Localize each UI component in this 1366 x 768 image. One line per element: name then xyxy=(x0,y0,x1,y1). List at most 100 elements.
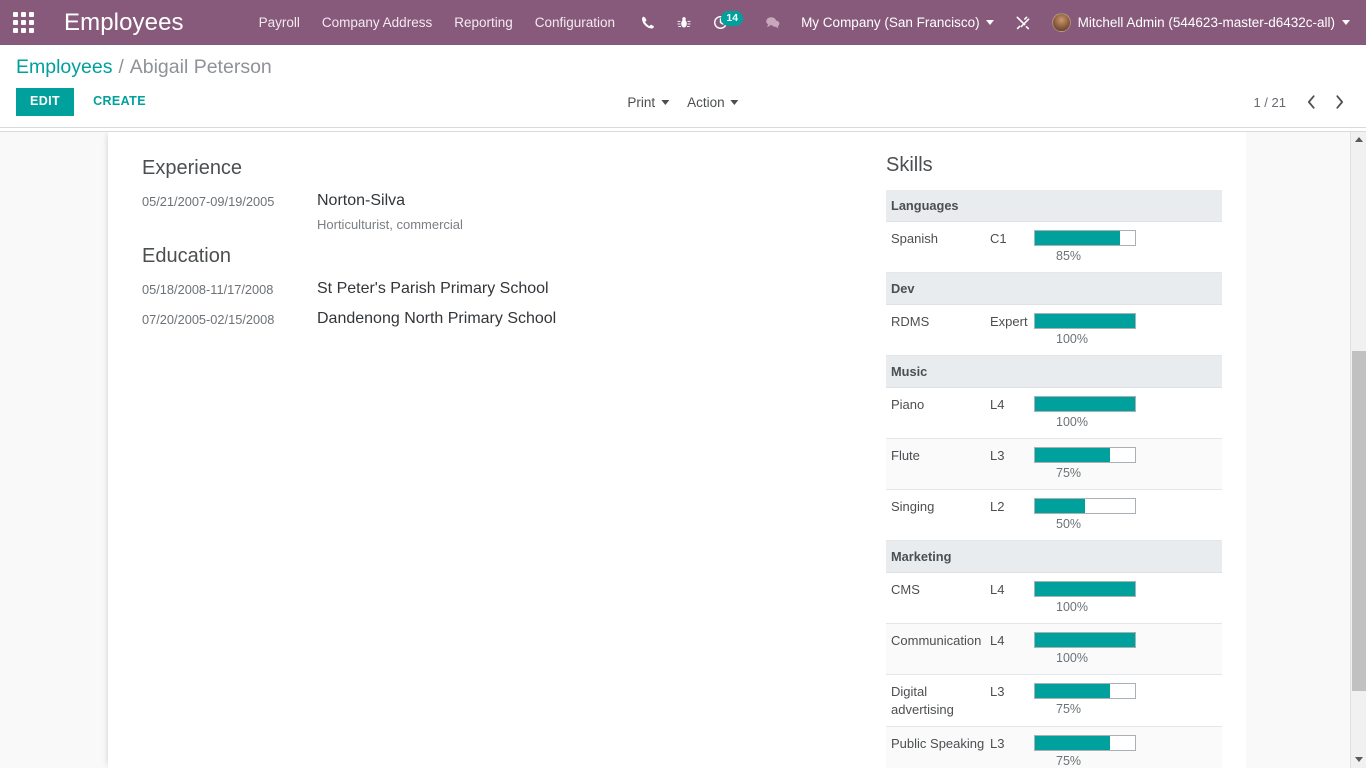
breadcrumb: Employees / Abigail Peterson xyxy=(16,45,1350,79)
skill-name: Singing xyxy=(886,489,990,541)
skill-progress-label: 50% xyxy=(1056,517,1082,531)
skill-progress-fill xyxy=(1035,314,1135,328)
pager-previous-button[interactable] xyxy=(1300,90,1322,114)
print-label: Print xyxy=(627,94,656,110)
grid-apps-icon xyxy=(12,12,34,33)
skill-progress-label: 75% xyxy=(1056,466,1082,480)
skill-progress-fill xyxy=(1035,231,1120,245)
skill-name: Flute xyxy=(886,438,990,490)
resume-entry-education-1[interactable]: 07/20/2005-02/15/2008 Dandenong North Pr… xyxy=(142,308,852,330)
form-sheet: Experience 05/21/2007-09/19/2005 Norton-… xyxy=(108,131,1246,768)
skill-group-row: Music xyxy=(886,355,1222,388)
breadcrumb-root[interactable]: Employees xyxy=(16,56,112,79)
skill-group-label: Marketing xyxy=(886,540,1222,573)
bug-icon[interactable] xyxy=(666,0,702,45)
create-button[interactable]: CREATE xyxy=(81,88,158,116)
form-content-area: Experience 05/21/2007-09/19/2005 Norton-… xyxy=(0,131,1366,768)
skill-progress-cell: 75% xyxy=(1032,726,1222,768)
pager: 1 / 21 xyxy=(1253,90,1350,114)
skill-level: L4 xyxy=(990,572,1032,624)
skill-progress-label: 75% xyxy=(1056,754,1082,768)
resume-entry-name: St Peter's Parish Primary School xyxy=(317,280,549,297)
skill-group-row: Marketing xyxy=(886,540,1222,573)
skill-progress-bar xyxy=(1034,313,1136,329)
resume-column: Experience 05/21/2007-09/19/2005 Norton-… xyxy=(132,147,852,768)
skill-row[interactable]: Digital advertising L3 75% xyxy=(886,674,1222,727)
skill-progress-bar xyxy=(1034,581,1136,597)
skill-progress-fill xyxy=(1035,448,1110,462)
skill-name: CMS xyxy=(886,572,990,624)
chevron-down-icon xyxy=(985,20,994,25)
skill-group-row: Dev xyxy=(886,272,1222,305)
skill-progress-bar xyxy=(1034,230,1136,246)
skill-group-label: Languages xyxy=(886,190,1222,222)
print-dropdown[interactable]: Print xyxy=(627,94,670,110)
breadcrumb-current: Abigail Peterson xyxy=(129,56,272,78)
action-dropdown[interactable]: Action xyxy=(687,95,739,110)
activity-clock-icon[interactable]: 14 xyxy=(702,0,754,45)
skill-row[interactable]: Public Speaking L3 75% xyxy=(886,726,1222,768)
content-top-divider xyxy=(0,131,1366,132)
scroll-down-arrow-icon[interactable] xyxy=(1351,751,1366,768)
skill-name: Piano xyxy=(886,387,990,439)
company-switcher[interactable]: My Company (San Francisco) xyxy=(791,0,1004,45)
main-menu: Payroll Company Address Reporting Config… xyxy=(248,3,626,42)
skills-table: Languages Spanish C1 85% Dev RDMS Expert 100% Mu… xyxy=(886,190,1222,768)
chat-bubble-icon[interactable] xyxy=(754,0,791,45)
skill-progress-cell: 75% xyxy=(1032,674,1222,727)
user-menu[interactable]: Mitchell Admin (544623-master-d6432c-all… xyxy=(1042,0,1358,45)
company-name: My Company (San Francisco) xyxy=(801,15,980,30)
scrollbar-thumb[interactable] xyxy=(1352,351,1366,691)
skill-row[interactable]: Spanish C1 85% xyxy=(886,221,1222,273)
skill-row[interactable]: Piano L4 100% xyxy=(886,387,1222,439)
skill-progress-cell: 100% xyxy=(1032,387,1222,439)
skill-level: L4 xyxy=(990,387,1032,439)
skill-row[interactable]: CMS L4 100% xyxy=(886,572,1222,624)
skill-progress-cell: 100% xyxy=(1032,623,1222,675)
skill-progress-label: 100% xyxy=(1056,600,1088,614)
phone-icon[interactable] xyxy=(630,0,666,45)
skill-progress-label: 85% xyxy=(1056,249,1082,263)
app-brand-title[interactable]: Employees xyxy=(46,9,194,37)
skill-level: C1 xyxy=(990,221,1032,273)
resume-entry-name: Dandenong North Primary School xyxy=(317,310,557,327)
menu-item-payroll[interactable]: Payroll xyxy=(248,3,311,42)
skill-level: L2 xyxy=(990,489,1032,541)
menu-item-configuration[interactable]: Configuration xyxy=(524,3,626,42)
skill-name: Public Speaking xyxy=(886,726,990,768)
apps-menu-button[interactable] xyxy=(0,0,46,45)
skill-level: L3 xyxy=(990,438,1032,490)
skill-progress-bar xyxy=(1034,735,1136,751)
skill-row[interactable]: Flute L3 75% xyxy=(886,438,1222,490)
skill-name: Digital advertising xyxy=(886,674,990,727)
scroll-up-arrow-icon[interactable] xyxy=(1351,131,1366,148)
resume-entry-dates: 05/21/2007-09/19/2005 xyxy=(142,194,275,209)
skill-row[interactable]: Communication L4 100% xyxy=(886,623,1222,675)
control-panel-buttons: EDIT CREATE Print Action 1 / 21 xyxy=(16,79,1350,127)
skill-row[interactable]: Singing L2 50% xyxy=(886,489,1222,541)
activity-count-badge: 14 xyxy=(721,10,744,26)
skill-row[interactable]: RDMS Expert 100% xyxy=(886,304,1222,356)
resume-entry-name: Norton-Silva xyxy=(317,192,406,209)
chevron-down-icon xyxy=(730,99,739,105)
skills-column: Skills Languages Spanish C1 85% Dev RDMS Exper… xyxy=(852,147,1222,768)
edit-button[interactable]: EDIT xyxy=(16,88,75,116)
skill-level: Expert xyxy=(990,304,1032,356)
crossed-tools-icon[interactable] xyxy=(1004,0,1042,45)
skill-progress-fill xyxy=(1035,582,1135,596)
skill-progress-fill xyxy=(1035,684,1110,698)
pager-next-button[interactable] xyxy=(1328,90,1350,114)
action-label: Action xyxy=(687,94,725,110)
skill-progress-fill xyxy=(1035,736,1110,750)
skill-level: L4 xyxy=(990,623,1032,675)
menu-item-reporting[interactable]: Reporting xyxy=(443,3,524,42)
resume-entry-education-0[interactable]: 05/18/2008-11/17/2008 St Peter's Parish … xyxy=(142,278,852,300)
menu-item-company-address[interactable]: Company Address xyxy=(311,3,443,42)
skill-progress-bar xyxy=(1034,632,1136,648)
vertical-scrollbar[interactable] xyxy=(1350,131,1366,768)
resume-entry-experience-0[interactable]: 05/21/2007-09/19/2005 Norton-Silva Horti… xyxy=(142,190,852,235)
resume-entry-dates: 05/18/2008-11/17/2008 xyxy=(142,282,274,297)
skill-progress-fill xyxy=(1035,633,1135,647)
skill-progress-cell: 75% xyxy=(1032,438,1222,490)
avatar xyxy=(1051,13,1071,32)
